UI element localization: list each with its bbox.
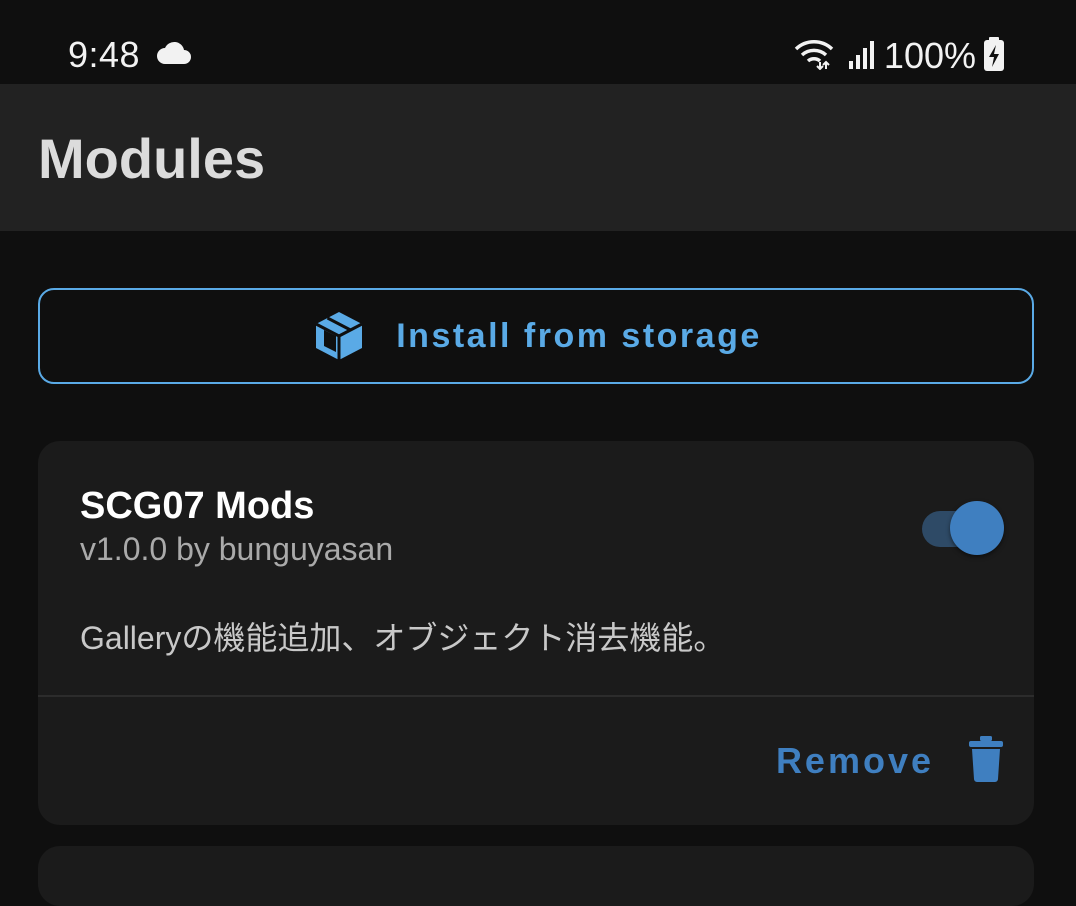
install-from-storage-button[interactable]: Install from storage [38, 288, 1034, 384]
module-name: SCG07 Mods [80, 485, 315, 527]
module-version-author: v1.0.0 by bunguyasan [80, 531, 394, 567]
remove-button-label: Remove [775, 740, 934, 781]
signal-icon [848, 39, 876, 74]
module-description: Galleryの機能追加、オブジェクト消去機能。 [80, 620, 726, 656]
battery-level: 100% [883, 35, 976, 76]
card-divider [38, 695, 1034, 697]
trash-icon [968, 735, 1004, 788]
module-enable-toggle[interactable] [920, 501, 1006, 557]
status-time: 9:48 [68, 34, 141, 75]
page-title: Modules [38, 127, 266, 190]
install-button-label: Install from storage [396, 316, 762, 355]
wifi-icon [794, 38, 834, 75]
status-bar: 9:48 100% [0, 0, 1076, 84]
module-card: SCG07 Mods v1.0.0 by bunguyasan Galleryの… [38, 441, 1034, 825]
package-icon [310, 308, 368, 364]
cloud-icon [156, 40, 192, 71]
remove-module-button[interactable]: Remove [776, 731, 1004, 791]
status-indicators: 100% [794, 34, 1006, 78]
battery-charging-icon [982, 36, 1006, 77]
toggle-thumb [950, 501, 1004, 555]
module-card-next [38, 846, 1034, 906]
